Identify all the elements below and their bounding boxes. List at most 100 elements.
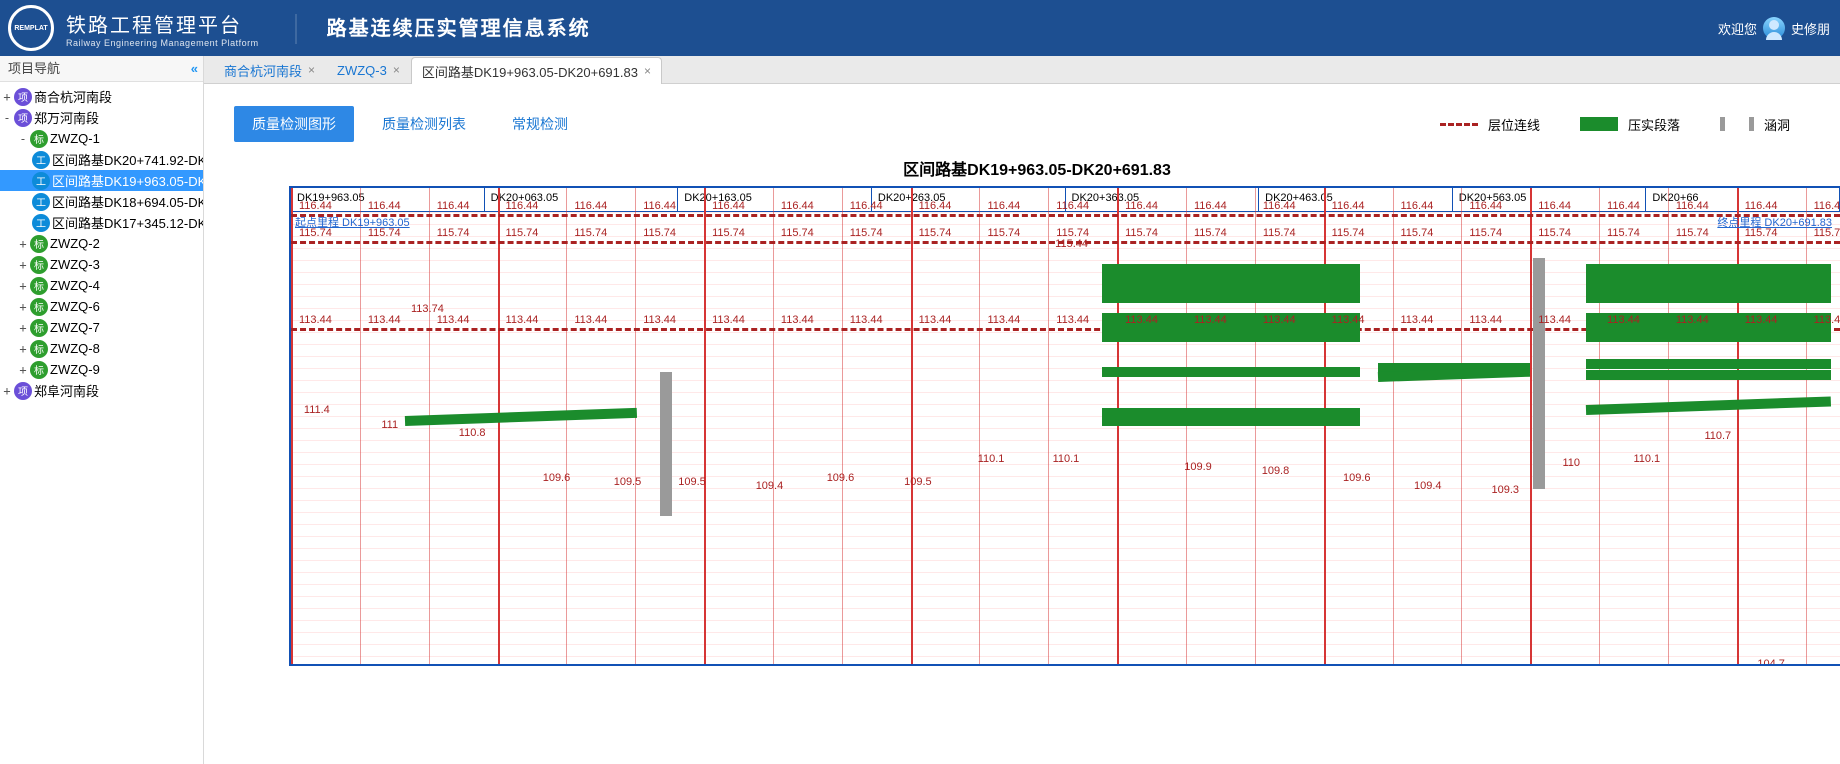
plus-icon[interactable]: + bbox=[16, 237, 30, 251]
plus-icon[interactable]: + bbox=[16, 363, 30, 377]
tree-item[interactable]: +标ZWZQ-3 bbox=[0, 254, 203, 275]
plus-icon[interactable]: + bbox=[0, 384, 14, 398]
close-icon[interactable]: × bbox=[393, 63, 400, 77]
layer-value: 115.74 bbox=[987, 227, 1020, 239]
profile-point: 110.7 bbox=[1704, 430, 1731, 442]
profile-point: 109.6 bbox=[543, 472, 571, 484]
tree-item[interactable]: +标ZWZQ-7 bbox=[0, 317, 203, 338]
layer-value: 113.44 bbox=[1607, 314, 1640, 326]
layer-value: 116.44 bbox=[1056, 200, 1089, 212]
legend-culvert: 涵洞 bbox=[1720, 115, 1790, 134]
tab-label: 区间路基DK19+963.05-DK20+691.83 bbox=[422, 62, 638, 81]
culvert-icon bbox=[1720, 117, 1754, 131]
tree-item[interactable]: -项郑万河南段 bbox=[0, 107, 203, 128]
profile-point: 109.3 bbox=[1491, 484, 1519, 496]
tree-item[interactable]: -标ZWZQ-1 bbox=[0, 128, 203, 149]
sub-tab[interactable]: 常规检测 bbox=[494, 106, 586, 142]
profile-point: 104.7 bbox=[1757, 658, 1785, 666]
tab[interactable]: 商合杭河南段× bbox=[213, 56, 326, 83]
compaction-bar bbox=[1102, 264, 1360, 274]
profile-point: 110.1 bbox=[978, 453, 1005, 465]
minus-icon[interactable]: - bbox=[0, 111, 14, 125]
layer-value: 115.74 bbox=[1194, 227, 1227, 239]
tree-item-label: 区间路基DK20+741.92-DK bbox=[52, 150, 204, 169]
layer-value: 113.44 bbox=[850, 314, 883, 326]
compaction-bar bbox=[1102, 274, 1360, 284]
tree-item[interactable]: 工区间路基DK20+741.92-DK bbox=[0, 149, 203, 170]
tab-bar: 商合杭河南段×ZWZQ-3×区间路基DK19+963.05-DK20+691.8… bbox=[204, 56, 1840, 84]
close-icon[interactable]: × bbox=[308, 63, 315, 77]
tree-item-label: ZWZQ-9 bbox=[50, 362, 100, 377]
tree-item[interactable]: +项郑阜河南段 bbox=[0, 380, 203, 401]
tree-item[interactable]: +项商合杭河南段 bbox=[0, 86, 203, 107]
nav-pane: 项目导航 « +项商合杭河南段-项郑万河南段-标ZWZQ-1工区间路基DK20+… bbox=[0, 56, 204, 764]
profile-point: 109.6 bbox=[1343, 472, 1371, 484]
chart[interactable]: 基床表层 基床底层 基床以下 116.0115.0114.0113.0112.0… bbox=[289, 186, 1840, 666]
project-tree[interactable]: +项商合杭河南段-项郑万河南段-标ZWZQ-1工区间路基DK20+741.92-… bbox=[0, 82, 203, 405]
layer-value: 116.44 bbox=[1194, 200, 1227, 212]
tree-item[interactable]: 工区间路基DK18+694.05-DK bbox=[0, 191, 203, 212]
plus-icon[interactable]: + bbox=[0, 90, 14, 104]
tab[interactable]: 区间路基DK19+963.05-DK20+691.83 × bbox=[411, 57, 662, 84]
tree-item[interactable]: 工区间路基DK17+345.12-DK bbox=[0, 212, 203, 233]
tree-item[interactable]: +标ZWZQ-8 bbox=[0, 338, 203, 359]
layer-value: 113.44 bbox=[919, 314, 952, 326]
profile-point: 109.5 bbox=[904, 476, 932, 488]
layer-value: 113.44 bbox=[1401, 314, 1434, 326]
sub-tab-bar: 质量检测图形质量检测列表常规检测 层位连线 压实段落 涵洞 bbox=[204, 84, 1840, 156]
profile-point: 109.5 bbox=[614, 476, 642, 488]
collapse-icon[interactable]: « bbox=[191, 56, 195, 81]
tree-item[interactable]: +标ZWZQ-9 bbox=[0, 359, 203, 380]
layer-value: 113.44 bbox=[1125, 314, 1158, 326]
layer-value: 116.44 bbox=[1607, 200, 1640, 212]
minus-icon[interactable]: - bbox=[16, 132, 30, 146]
legend-dash-label: 层位连线 bbox=[1488, 115, 1540, 134]
layer-value: 116.44 bbox=[987, 200, 1020, 212]
tree-item[interactable]: +标ZWZQ-4 bbox=[0, 275, 203, 296]
tree-item-label: 区间路基DK17+345.12-DK bbox=[52, 213, 204, 232]
green-icon bbox=[1580, 117, 1618, 131]
plus-icon[interactable]: + bbox=[16, 258, 30, 272]
user-block[interactable]: 欢迎您 史修朋 bbox=[1718, 17, 1830, 39]
plus-icon[interactable]: + bbox=[16, 342, 30, 356]
badge-icon: 标 bbox=[30, 130, 48, 148]
compaction-bar bbox=[1102, 332, 1360, 342]
layer-value: 113.44 bbox=[1814, 314, 1840, 326]
col-header: DK20+263.05 bbox=[872, 188, 1066, 211]
layer-value: 116.44 bbox=[368, 200, 401, 212]
tree-item-label: ZWZQ-4 bbox=[50, 278, 100, 293]
profile-point: 110.1 bbox=[1633, 453, 1660, 465]
compaction-bar bbox=[1102, 416, 1360, 426]
dash-icon bbox=[1440, 123, 1478, 126]
tree-item-label: ZWZQ-6 bbox=[50, 299, 100, 314]
sub-tab[interactable]: 质量检测列表 bbox=[364, 106, 484, 142]
compaction-bar bbox=[1102, 293, 1360, 303]
profile-point: 111.4 bbox=[304, 404, 330, 416]
badge-icon: 标 bbox=[30, 361, 48, 379]
plus-icon[interactable]: + bbox=[16, 279, 30, 293]
culvert-bar bbox=[660, 372, 672, 516]
layer-value: 115.74 bbox=[437, 227, 470, 239]
layer-value: 113.44 bbox=[299, 314, 332, 326]
tree-item[interactable]: +标ZWZQ-6 bbox=[0, 296, 203, 317]
plus-icon[interactable]: + bbox=[16, 300, 30, 314]
sub-tab[interactable]: 质量检测图形 bbox=[234, 106, 354, 142]
profile-point: 109.4 bbox=[756, 480, 784, 492]
profile-point: 110.8 bbox=[459, 427, 486, 439]
tree-item-label: 商合杭河南段 bbox=[34, 87, 112, 106]
badge-icon: 工 bbox=[32, 172, 50, 190]
layer-value: 115.74 bbox=[1607, 227, 1640, 239]
profile-point: 109.4 bbox=[1414, 480, 1442, 492]
plus-icon[interactable]: + bbox=[16, 321, 30, 335]
tree-item[interactable]: 工区间路基DK19+963.05-DK bbox=[0, 170, 203, 191]
tree-item-label: ZWZQ-1 bbox=[50, 131, 100, 146]
layer-value: 116.44 bbox=[1125, 200, 1158, 212]
profile-point: 109.9 bbox=[1184, 461, 1212, 473]
tree-item[interactable]: +标ZWZQ-2 bbox=[0, 233, 203, 254]
user-name: 史修朋 bbox=[1791, 19, 1830, 38]
tab[interactable]: ZWZQ-3× bbox=[326, 56, 411, 83]
compaction-bar bbox=[1586, 274, 1831, 284]
tree-item-label: ZWZQ-2 bbox=[50, 236, 100, 251]
close-icon[interactable]: × bbox=[644, 64, 651, 78]
layer-value: 115.74 bbox=[850, 227, 883, 239]
